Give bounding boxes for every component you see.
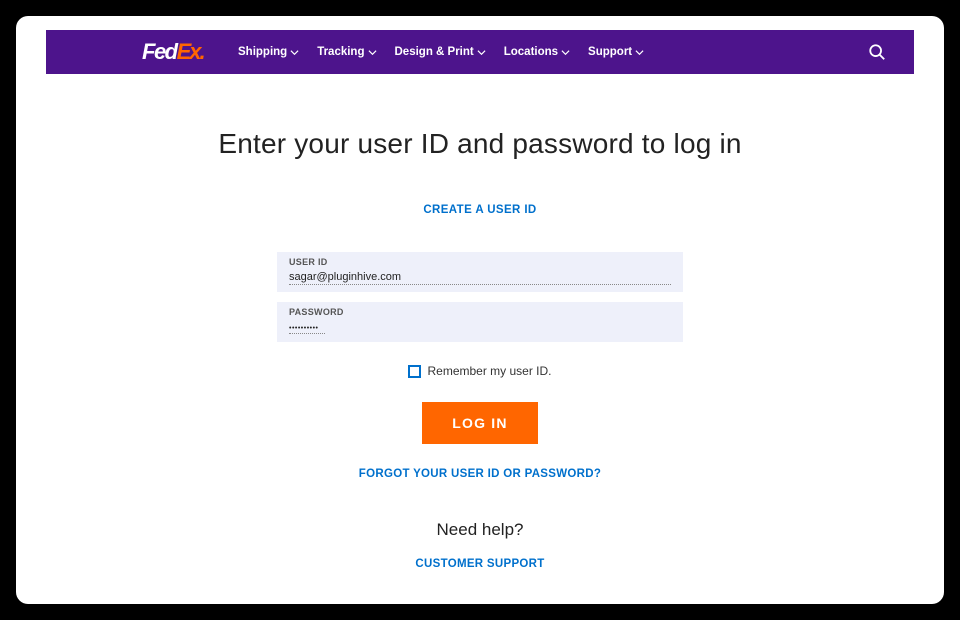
page-title: Enter your user ID and password to log i… xyxy=(16,128,944,160)
brand-part2: Ex xyxy=(177,39,200,65)
need-help-heading: Need help? xyxy=(277,520,683,540)
password-field[interactable]: PASSWORD •••••••••• xyxy=(277,302,683,342)
app-window: FedEx. Shipping Tracking Design & Print … xyxy=(16,16,944,604)
nav-label: Support xyxy=(588,46,632,58)
nav-label: Shipping xyxy=(238,46,287,58)
nav-label: Design & Print xyxy=(395,46,474,58)
search-icon[interactable] xyxy=(868,43,886,61)
main-nav: Shipping Tracking Design & Print Locatio… xyxy=(238,46,644,58)
userid-label: USER ID xyxy=(289,258,671,267)
brand-part1: Fed xyxy=(142,39,177,65)
chevron-down-icon xyxy=(368,48,377,57)
header-bar: FedEx. Shipping Tracking Design & Print … xyxy=(46,30,914,74)
chevron-down-icon xyxy=(477,48,486,57)
chevron-down-icon xyxy=(635,48,644,57)
chevron-down-icon xyxy=(290,48,299,57)
nav-label: Locations xyxy=(504,46,558,58)
nav-label: Tracking xyxy=(317,46,364,58)
remember-label: Remember my user ID. xyxy=(427,364,551,378)
remember-row: Remember my user ID. xyxy=(277,364,683,378)
nav-tracking[interactable]: Tracking xyxy=(317,46,376,58)
nav-locations[interactable]: Locations xyxy=(504,46,570,58)
create-user-id-link[interactable]: CREATE A USER ID xyxy=(423,204,536,216)
userid-field[interactable]: USER ID sagar@pluginhive.com xyxy=(277,252,683,292)
forgot-link[interactable]: FORGOT YOUR USER ID OR PASSWORD? xyxy=(277,468,683,480)
nav-support[interactable]: Support xyxy=(588,46,644,58)
password-input[interactable]: •••••••••• xyxy=(289,325,325,334)
nav-shipping[interactable]: Shipping xyxy=(238,46,299,58)
main-content: Enter your user ID and password to log i… xyxy=(16,74,944,570)
customer-support-link[interactable]: CUSTOMER SUPPORT xyxy=(277,558,683,570)
chevron-down-icon xyxy=(561,48,570,57)
login-button[interactable]: LOG IN xyxy=(422,402,537,444)
brand-logo[interactable]: FedEx. xyxy=(142,39,206,65)
login-form: USER ID sagar@pluginhive.com PASSWORD ••… xyxy=(277,252,683,570)
nav-design-print[interactable]: Design & Print xyxy=(395,46,486,58)
userid-input[interactable]: sagar@pluginhive.com xyxy=(289,271,671,285)
remember-checkbox[interactable] xyxy=(408,365,421,378)
brand-dot: . xyxy=(200,39,206,65)
password-label: PASSWORD xyxy=(289,308,671,317)
